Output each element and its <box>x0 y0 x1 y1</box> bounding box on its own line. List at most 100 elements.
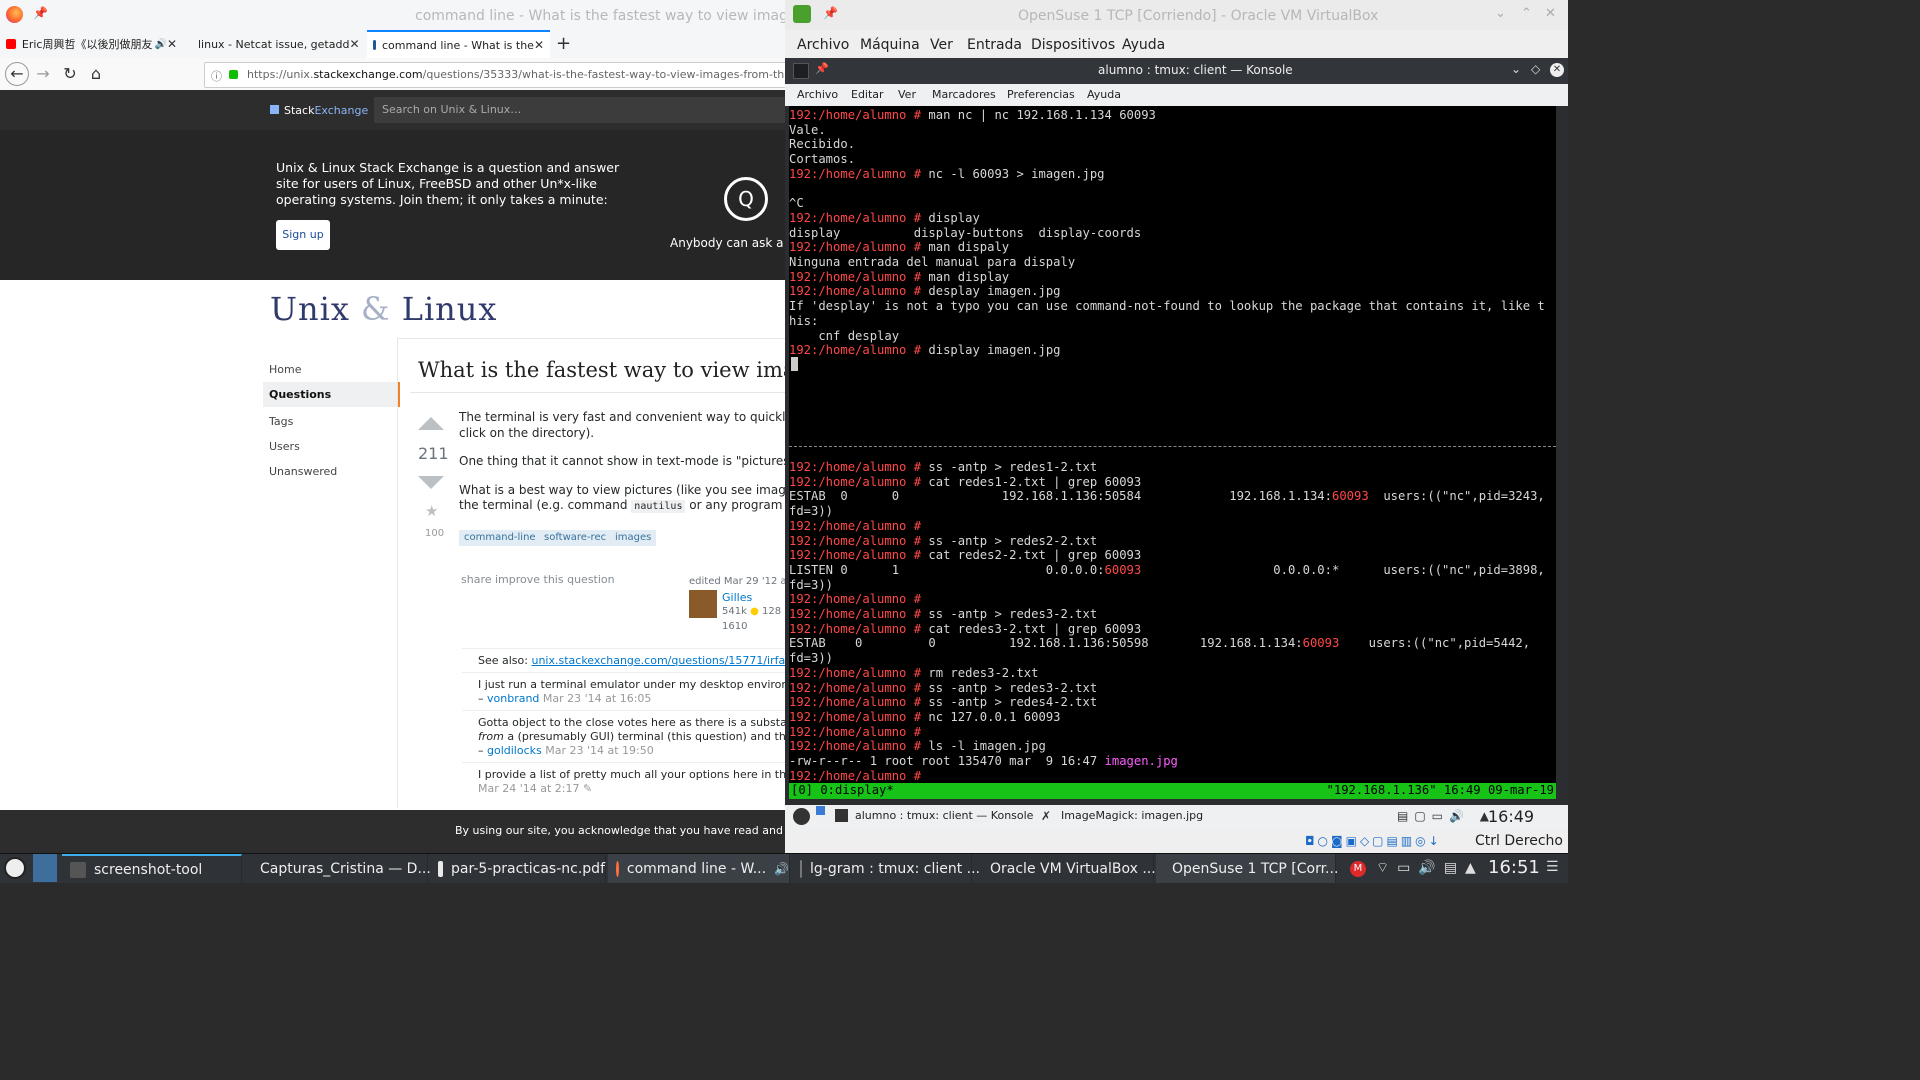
nav-unanswered[interactable]: Unanswered <box>269 465 337 478</box>
terminal-line: display display-buttons display-coords <box>789 226 1141 241</box>
menu-icon[interactable]: ☰ <box>1546 859 1559 875</box>
mail-notifier-icon[interactable]: M <box>1350 861 1366 877</box>
lock-icon[interactable] <box>229 70 238 79</box>
home-button[interactable]: ⌂ <box>86 64 106 84</box>
user-avatar[interactable] <box>689 590 717 618</box>
question-body-line: the terminal (e.g. command nautilus or a… <box>459 498 785 513</box>
taskbar-item-firefox[interactable]: command line - W... 🔊 <box>608 854 790 883</box>
new-tab-button[interactable]: + <box>556 33 571 54</box>
konsole-menu-editar[interactable]: Editar <box>851 88 884 101</box>
favorite-star-icon[interactable]: ★ <box>425 502 438 520</box>
close-icon[interactable]: ✕ <box>1550 63 1564 77</box>
url-bar[interactable]: ⓘ https://unix.stackexchange.com/questio… <box>204 62 785 88</box>
pager-icon[interactable] <box>33 854 57 882</box>
tag-command-line[interactable]: command-line <box>459 530 541 546</box>
tmux-pane-separator[interactable] <box>789 446 1556 447</box>
app-launcher-icon[interactable] <box>4 857 26 879</box>
taskbar-item-opensuse-vm[interactable]: OpenSuse 1 TCP [Corr... <box>1156 854 1338 883</box>
nav-tags[interactable]: Tags <box>269 415 293 428</box>
nav-questions[interactable]: Questions <box>269 388 331 401</box>
tab-youtube[interactable]: Eric周興哲《以後別做朋友 🔊 ✕ <box>0 30 183 58</box>
konsole-menu-ayuda[interactable]: Ayuda <box>1087 88 1121 101</box>
konsole-task-icon <box>835 809 848 822</box>
close-tab-icon[interactable]: ✕ <box>167 37 177 51</box>
share-improve-links[interactable]: share improve this question <box>461 573 615 586</box>
url-text: https://unix.stackexchange.com/questions… <box>247 68 785 81</box>
nav-users[interactable]: Users <box>269 440 300 453</box>
terminal-text: ESTAB 0 0 192.168.1.136:50584 192.168.1.… <box>789 489 1332 504</box>
pin-icon[interactable]: 📌 <box>815 62 829 75</box>
maximize-icon[interactable]: ⌃ <box>1521 6 1532 21</box>
shell-prompt: 192:/home/alumno # <box>789 343 922 358</box>
menu-maquina[interactable]: Máquina <box>860 37 920 53</box>
menu-ayuda[interactable]: Ayuda <box>1122 37 1165 53</box>
guest-task-konsole[interactable]: alumno : tmux: client — Konsole <box>855 809 1033 822</box>
terminal-text: ss -antp > redes4-2.txt <box>921 695 1098 710</box>
stackexchange-logo[interactable]: StackExchange <box>270 104 368 117</box>
shell-prompt: 192:/home/alumno # <box>789 210 922 225</box>
terminal-line: 192:/home/alumno # cat redes2-2.txt | gr… <box>789 548 1141 563</box>
terminal-line: 192:/home/alumno # nc 127.0.0.1 60093 <box>789 710 1061 725</box>
terminal-line: fd=3)) <box>789 504 833 519</box>
terminal-line: ESTAB 0 0 192.168.1.136:50584 192.168.1.… <box>789 489 1545 504</box>
virtualbox-app-icon <box>793 5 811 23</box>
taskbar-item-vbox-manager[interactable]: Oracle VM VirtualBox ... <box>974 854 1156 883</box>
konsole-menu-ver[interactable]: Ver <box>898 88 916 101</box>
minimize-icon[interactable]: ⌄ <box>1511 62 1521 76</box>
minimize-icon[interactable]: ⌄ <box>1495 6 1506 21</box>
tab-netcat[interactable]: linux - Netcat issue, getadd ✕ <box>186 30 364 58</box>
comment: Gotta object to the close votes here as … <box>478 716 785 729</box>
question-title[interactable]: What is the fastest way to view image <box>418 358 785 382</box>
terminal-area[interactable]: 192:/home/alumno # man nc | nc 192.168.1… <box>789 106 1556 799</box>
terminal-text: man nc | nc 192.168.1.134 60093 <box>921 108 1156 122</box>
taskbar-item-screenshot-tool[interactable]: screenshot-tool <box>62 854 242 883</box>
upvote-icon[interactable] <box>418 417 444 430</box>
terminal-line: ^C <box>789 196 804 211</box>
site-search-input[interactable]: Search on Unix & Linux… <box>374 97 785 123</box>
tray-icons[interactable]: ▤▢▭🔊 ▲ <box>1397 809 1495 823</box>
tab-command-line[interactable]: command line - What is the ✕ <box>367 30 550 58</box>
guest-task-imagemagick[interactable]: ImageMagick: imagen.jpg <box>1061 809 1203 822</box>
close-tab-icon[interactable]: ✕ <box>349 37 359 51</box>
tab-label: command line - What is the <box>381 38 534 52</box>
nav-home[interactable]: Home <box>269 363 301 376</box>
maximize-icon[interactable]: ◇ <box>1531 62 1540 76</box>
pin-icon[interactable]: 📌 <box>823 6 838 20</box>
reload-button[interactable]: ↻ <box>60 64 80 84</box>
menu-archivo[interactable]: Archivo <box>797 37 849 53</box>
guest-menu-icon[interactable] <box>793 808 810 825</box>
taskbar-item-pdf[interactable]: par-5-practicas-nc.pdf <box>430 854 606 883</box>
user-name[interactable]: Gilles <box>722 591 752 604</box>
forward-button[interactable]: → <box>33 64 53 84</box>
terminal-text: -rw-r--r-- 1 root root 135470 mar 9 16:4… <box>789 754 1105 768</box>
tag-images[interactable]: images <box>610 530 657 546</box>
pin-icon[interactable]: 📌 <box>33 6 48 20</box>
konsole-menu-archivo[interactable]: Archivo <box>797 88 838 101</box>
menu-dispositivos[interactable]: Dispositivos <box>1031 37 1115 53</box>
tmux-window-list[interactable]: [0] 0:display* <box>791 783 894 797</box>
terminal-text: nc 127.0.0.1 60093 <box>921 709 1061 724</box>
konsole-menu-marcadores[interactable]: Marcadores <box>932 88 996 101</box>
sign-up-button[interactable]: Sign up <box>276 220 330 250</box>
menu-entrada[interactable]: Entrada <box>967 37 1022 53</box>
edited-timestamp[interactable]: edited Mar 29 '12 at 2 <box>689 576 785 587</box>
downvote-icon[interactable] <box>418 476 444 489</box>
virtualbox-window-title: OpenSuse 1 TCP [Corriendo] - Oracle VM V… <box>1018 8 1379 24</box>
close-tab-icon[interactable]: ✕ <box>534 38 544 52</box>
terminal-line: 192:/home/alumno # <box>789 592 921 607</box>
konsole-menu-preferencias[interactable]: Preferencias <box>1007 88 1075 101</box>
device-status-icons[interactable]: ◘○◙▣◇▢▤▥◎↓ <box>1305 834 1442 848</box>
taskbar-item-konsole[interactable]: lg-gram : tmux: client ... <box>792 854 980 883</box>
terminal-text: cnf desplay <box>789 328 900 343</box>
system-tray-icons[interactable]: ⌔▭🔊▤▲ <box>1376 859 1484 877</box>
info-icon[interactable]: ⓘ <box>211 68 222 84</box>
back-button[interactable]: ← <box>5 62 29 86</box>
pager-icon[interactable] <box>816 806 825 815</box>
terminal-line: 192:/home/alumno # ss -antp > redes3-2.t… <box>789 607 1097 622</box>
close-icon[interactable]: ✕ <box>1545 6 1556 21</box>
speaker-icon[interactable]: 🔊 <box>154 39 166 50</box>
unix-linux-logo[interactable]: Unix & Linux <box>270 290 497 328</box>
tag-software-rec[interactable]: software-rec <box>539 530 612 546</box>
menu-ver[interactable]: Ver <box>930 37 953 53</box>
taskbar-item-dolphin[interactable]: Capturas_Cristina — D... <box>244 854 431 883</box>
